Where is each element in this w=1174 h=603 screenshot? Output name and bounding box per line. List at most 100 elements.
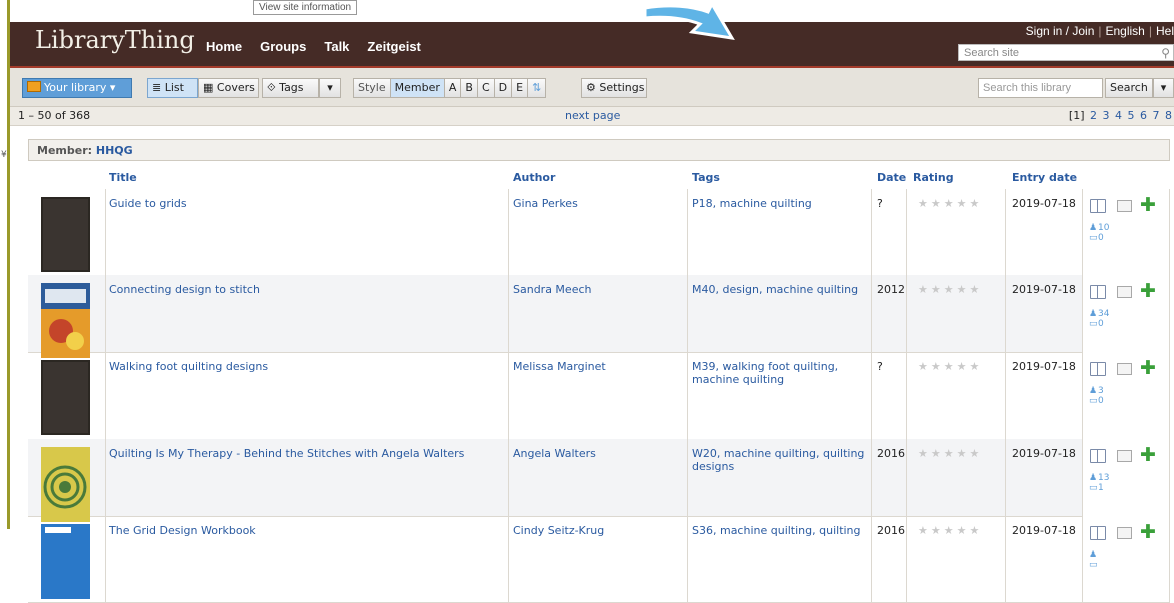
page-link[interactable]: 7 (1153, 109, 1160, 122)
book-details-icon[interactable] (1090, 449, 1106, 463)
author-link[interactable]: Cindy Seitz-Krug (513, 524, 683, 537)
review-count[interactable]: ▭ (1089, 560, 1098, 570)
rating-stars[interactable]: ★★★★★ (918, 360, 982, 373)
style-e[interactable]: E (512, 78, 529, 98)
nav-zeitgeist[interactable]: Zeitgeist (367, 39, 420, 54)
sort-order-icon[interactable]: ⇅ (528, 78, 547, 98)
add-book-icon[interactable]: ✚ (1140, 445, 1156, 465)
rating-stars[interactable]: ★★★★★ (918, 197, 982, 210)
next-page-link[interactable]: next page (565, 107, 620, 125)
page-link[interactable]: 3 (1103, 109, 1110, 122)
site-search-input[interactable]: Search site ⚲ (958, 44, 1174, 61)
book-details-icon[interactable] (1090, 199, 1106, 213)
members-icon: ♟ (1089, 386, 1098, 396)
style-c[interactable]: C (477, 78, 495, 98)
rating-stars[interactable]: ★★★★★ (918, 524, 982, 537)
tags-link[interactable]: S36, machine quilting, quilting (692, 524, 868, 537)
book-details-icon[interactable] (1090, 285, 1106, 299)
view-covers-button[interactable]: ▦ Covers (198, 78, 259, 98)
nav-talk[interactable]: Talk (324, 39, 349, 54)
page-link[interactable]: 2 (1090, 109, 1097, 122)
book-cover-image[interactable] (41, 197, 90, 272)
member-count[interactable]: ♟13 (1089, 473, 1109, 483)
author-link[interactable]: Melissa Marginet (513, 360, 683, 373)
tags-dropdown-button[interactable]: ▾ (319, 78, 341, 98)
your-library-button[interactable]: Your library ▾ (22, 78, 132, 98)
divider (105, 275, 106, 352)
review-count[interactable]: ▭0 (1089, 319, 1104, 329)
site-logo[interactable]: LibraryThing (35, 26, 195, 54)
review-icon[interactable] (1117, 200, 1132, 212)
style-a[interactable]: A (444, 78, 462, 98)
tags-link[interactable]: M39, walking foot quilting, machine quil… (692, 360, 868, 386)
nav-groups[interactable]: Groups (260, 39, 306, 54)
page-link[interactable]: 5 (1128, 109, 1135, 122)
pub-date: ? (877, 360, 883, 373)
member-count[interactable]: ♟ (1089, 550, 1098, 560)
add-book-icon[interactable]: ✚ (1140, 195, 1156, 215)
column-date[interactable]: Date (877, 171, 906, 184)
add-book-icon[interactable]: ✚ (1140, 281, 1156, 301)
review-icon[interactable] (1117, 450, 1132, 462)
style-member[interactable]: Member (390, 78, 445, 98)
member-count[interactable]: ♟3 (1089, 386, 1104, 396)
book-cover-image[interactable] (41, 447, 90, 522)
style-d[interactable]: D (494, 78, 513, 98)
member-count[interactable]: ♟10 (1089, 223, 1109, 233)
settings-button[interactable]: ⚙ Settings (581, 78, 647, 98)
divider (1005, 439, 1006, 516)
author-link[interactable]: Angela Walters (513, 447, 683, 460)
language-link[interactable]: English (1106, 24, 1145, 38)
column-tags[interactable]: Tags (692, 171, 720, 184)
member-count[interactable]: ♟34 (1089, 309, 1109, 319)
review-icon[interactable] (1117, 286, 1132, 298)
page-link[interactable]: 6 (1140, 109, 1147, 122)
rating-stars[interactable]: ★★★★★ (918, 447, 982, 460)
review-count[interactable]: ▭1 (1089, 483, 1104, 493)
search-dropdown-button[interactable]: ▾ (1153, 78, 1174, 98)
members-icon: ♟ (1089, 223, 1098, 233)
page-link[interactable]: 8 (1165, 109, 1172, 122)
tags-link[interactable]: P18, machine quilting (692, 197, 868, 210)
review-icon[interactable] (1117, 363, 1132, 375)
rating-stars[interactable]: ★★★★★ (918, 283, 982, 296)
review-count[interactable]: ▭0 (1089, 396, 1104, 406)
style-b[interactable]: B (461, 78, 478, 98)
library-search-button[interactable]: Search (1105, 78, 1153, 98)
author-link[interactable]: Gina Perkes (513, 197, 683, 210)
help-link[interactable]: Hel (1156, 24, 1174, 38)
book-title-link[interactable]: Connecting design to stitch (109, 283, 501, 296)
signin-link[interactable]: Sign in / Join (1026, 24, 1095, 38)
book-details-icon[interactable] (1090, 526, 1106, 540)
book-title-link[interactable]: Guide to grids (109, 197, 501, 210)
add-book-icon[interactable]: ✚ (1140, 358, 1156, 378)
page-link[interactable]: 4 (1115, 109, 1122, 122)
review-count[interactable]: ▭0 (1089, 233, 1104, 243)
author-link[interactable]: Sandra Meech (513, 283, 683, 296)
row-actions: ✚ ♟13 ▭1 (1082, 439, 1170, 516)
book-details-icon[interactable] (1090, 362, 1106, 376)
divider: | (1148, 24, 1152, 38)
add-book-icon[interactable]: ✚ (1140, 522, 1156, 542)
nav-home[interactable]: Home (206, 39, 242, 54)
review-count-value: 1 (1098, 483, 1104, 493)
tags-link[interactable]: M40, design, machine quilting (692, 283, 868, 296)
book-title-link[interactable]: Walking foot quilting designs (109, 360, 501, 373)
book-title-link[interactable]: Quilting Is My Therapy - Behind the Stit… (109, 447, 501, 460)
book-cover-image[interactable] (41, 283, 90, 358)
library-search-input[interactable]: Search this library (978, 78, 1103, 98)
tags-link[interactable]: W20, machine quilting, quilting designs (692, 447, 868, 473)
column-title[interactable]: Title (109, 171, 137, 184)
tags-button[interactable]: ⟐ Tags (262, 78, 319, 98)
gear-icon: ⚙ (586, 81, 596, 94)
book-cover-image[interactable] (41, 360, 90, 435)
settings-label: Settings (599, 81, 645, 94)
column-rating[interactable]: Rating (913, 171, 954, 184)
member-link[interactable]: HHQG (96, 144, 133, 157)
view-list-button[interactable]: ≣ List (147, 78, 198, 98)
column-entry-date[interactable]: Entry date (1012, 171, 1077, 184)
book-cover-image[interactable] (41, 524, 90, 599)
search-icon[interactable]: ⚲ (1161, 45, 1170, 61)
book-title-link[interactable]: The Grid Design Workbook (109, 524, 501, 537)
column-author[interactable]: Author (513, 171, 555, 184)
